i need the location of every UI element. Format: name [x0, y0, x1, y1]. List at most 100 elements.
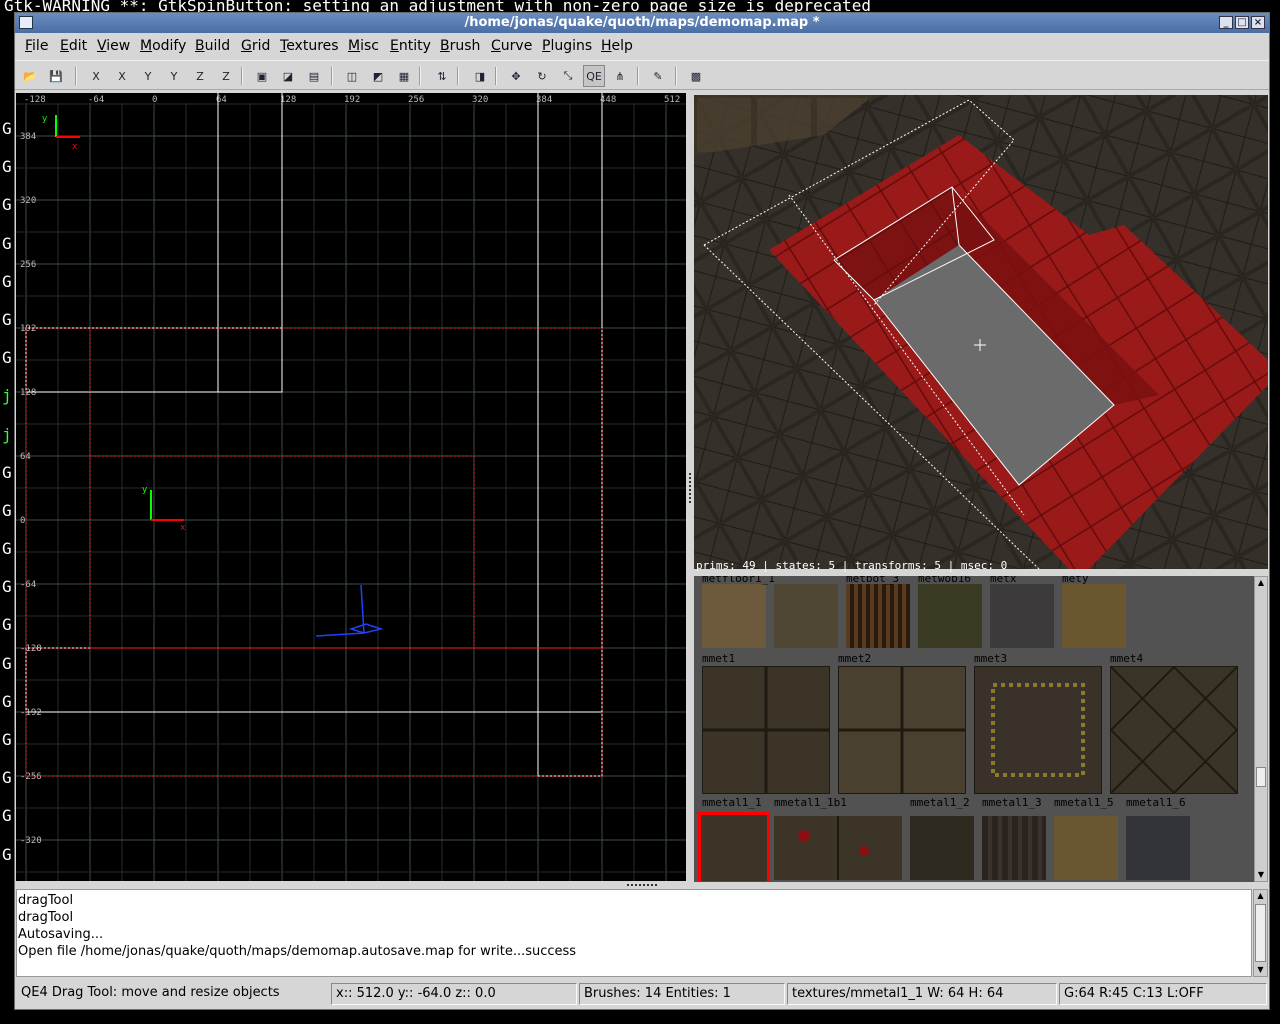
status-bar: QE4 Drag Tool: move and resize objects x… [15, 981, 1269, 1007]
menu-curve[interactable]: Curve [491, 38, 532, 54]
scroll-thumb[interactable] [1256, 767, 1266, 787]
texture-label: mmet2 [838, 652, 872, 665]
texture-mmetal1_2[interactable] [910, 816, 974, 880]
menu-misc[interactable]: Misc [348, 38, 379, 54]
minimize-button[interactable]: _ [1219, 16, 1233, 29]
menu-plugins[interactable]: Plugins [542, 38, 592, 54]
console-line: dragTool [18, 893, 74, 908]
change-views-icon[interactable]: ⇅ [431, 65, 453, 87]
texture-label: mety [1062, 576, 1089, 585]
texture-metflor_3[interactable] [774, 584, 838, 648]
camera-scene[interactable] [694, 95, 1268, 569]
select-complete-tall-icon[interactable]: ▣ [251, 65, 273, 87]
texture-mmetal1_5[interactable] [1054, 816, 1118, 880]
menu-view[interactable]: View [97, 38, 130, 54]
scale-tool-icon[interactable]: ⤡ [557, 65, 579, 87]
x-tick-label: 256 [408, 95, 424, 105]
open-icon[interactable]: 📂 [19, 65, 41, 87]
texture-mmetal1_6[interactable] [1126, 816, 1190, 880]
horizontal-splitter[interactable] [15, 881, 1269, 889]
scroll-up-icon[interactable]: ▲ [1254, 890, 1267, 902]
flip-x-icon[interactable]: X [85, 65, 107, 87]
rotate-z-icon[interactable]: Z [215, 65, 237, 87]
texture-metfloor1_1[interactable] [702, 584, 766, 648]
rotate-x-icon[interactable]: X [111, 65, 133, 87]
terminal-glyph: G [2, 157, 12, 177]
toolbar-separator [457, 67, 459, 85]
menu-build[interactable]: Build [195, 38, 230, 54]
splitter-grip[interactable] [627, 884, 657, 886]
y-tick-label: -256 [20, 772, 42, 782]
texture-metwob16[interactable] [918, 584, 982, 648]
camera-view[interactable] [694, 95, 1268, 569]
texture-mmetal1_1-selected[interactable] [698, 812, 770, 882]
menu-bar: File Edit View Modify Build Grid Texture… [15, 34, 1269, 58]
console-log[interactable]: dragTool dragTool Autosaving... Open fil… [16, 889, 1252, 977]
console-scrollbar[interactable]: ▲ ▼ [1253, 889, 1268, 977]
make-hollow-icon[interactable]: ▦ [393, 65, 415, 87]
texture-mety[interactable] [1062, 584, 1126, 648]
scroll-down-icon[interactable]: ▼ [1254, 964, 1267, 976]
qe-drag-tool-icon[interactable]: QE [583, 65, 605, 87]
corner-axis-x-label: x [72, 142, 78, 152]
texture-browser[interactable]: metfloor1_1 metbot_3 metwob16 metx mety … [694, 576, 1254, 882]
texture-mmet3[interactable] [974, 666, 1102, 794]
texture-metx[interactable] [990, 584, 1054, 648]
terminal-glyph: G [2, 539, 12, 559]
terminal-glyph: j [2, 424, 12, 444]
select-partial-tall-icon[interactable]: ▤ [303, 65, 325, 87]
toolbar-separator [419, 67, 421, 85]
menu-edit[interactable]: Edit [60, 38, 87, 54]
xy-view[interactable]: -128 -64 0 64 128 192 256 320 384 448 512 384 320 256… [16, 93, 686, 881]
flip-y-icon[interactable]: Y [137, 65, 159, 87]
texture-lock-icon[interactable]: ◨ [469, 65, 491, 87]
texture-label: mmetal1_1 [702, 796, 762, 809]
menu-help[interactable]: Help [601, 38, 633, 54]
texture-mmetal1_3[interactable] [982, 816, 1046, 880]
texture-metbot_3[interactable] [846, 584, 910, 648]
rotate-y-icon[interactable]: Y [163, 65, 185, 87]
scroll-down-icon[interactable]: ▼ [1255, 869, 1267, 881]
csg-subtract-icon[interactable]: ◫ [341, 65, 363, 87]
menu-brush[interactable]: Brush [440, 38, 480, 54]
console-line: Autosaving... [18, 927, 104, 942]
patch-tool-icon[interactable]: ✎ [647, 65, 669, 87]
menu-grid[interactable]: Grid [241, 38, 270, 54]
status-coords: x:: 512.0 y:: -64.0 z:: 0.0 [331, 983, 577, 1005]
console-line: dragTool [18, 910, 74, 925]
camera-stats: prims: 49 | states: 5 | transforms: 5 | … [696, 559, 1008, 572]
texture-mmet4[interactable] [1109, 665, 1239, 795]
title-bar[interactable]: /home/jonas/quake/quoth/maps/demomap.map… [15, 13, 1269, 33]
terminal-glyph: G [2, 730, 12, 749]
texture-scrollbar[interactable]: ▲ ▼ [1254, 576, 1268, 882]
x-tick-label: -128 [24, 95, 46, 105]
terminal-glyph-column: GGGGGGGjjGGGGGGGGGGG [2, 110, 14, 874]
scroll-up-icon[interactable]: ▲ [1255, 577, 1267, 589]
plugin-icon[interactable]: ▩ [685, 65, 707, 87]
xy-grid[interactable]: -128 -64 0 64 128 192 256 320 384 448 512384320256… [16, 93, 686, 881]
select-touching-icon[interactable]: ◪ [277, 65, 299, 87]
csg-merge-icon[interactable]: ◩ [367, 65, 389, 87]
y-tick-label: 0 [20, 516, 25, 526]
save-icon[interactable]: 💾 [45, 65, 67, 87]
drag-tool-icon[interactable]: ✥ [505, 65, 527, 87]
x-tick-label: 0 [152, 95, 157, 105]
texture-label: mmetal1_1b1 [774, 796, 847, 809]
texture-mmet1[interactable] [702, 666, 830, 794]
menu-modify[interactable]: Modify [140, 38, 186, 54]
texture-mmet2[interactable] [838, 666, 966, 794]
menu-entity[interactable]: Entity [390, 38, 431, 54]
rotate-tool-icon[interactable]: ↻ [531, 65, 553, 87]
scroll-thumb[interactable] [1255, 904, 1266, 962]
vertex-tool-icon[interactable]: ⋔ [609, 65, 631, 87]
splitter-grip[interactable] [689, 473, 691, 503]
console-line: Open file /home/jonas/quake/quoth/maps/d… [18, 944, 577, 959]
texture-mmetal1_1b1[interactable] [774, 816, 902, 880]
menu-file[interactable]: File [25, 38, 48, 54]
menu-textures[interactable]: Textures [280, 38, 339, 54]
maximize-button[interactable]: □ [1235, 16, 1249, 29]
close-button[interactable]: × [1251, 16, 1265, 29]
texture-label: metbot_3 [846, 576, 899, 585]
vertical-splitter[interactable] [686, 93, 694, 881]
flip-z-icon[interactable]: Z [189, 65, 211, 87]
